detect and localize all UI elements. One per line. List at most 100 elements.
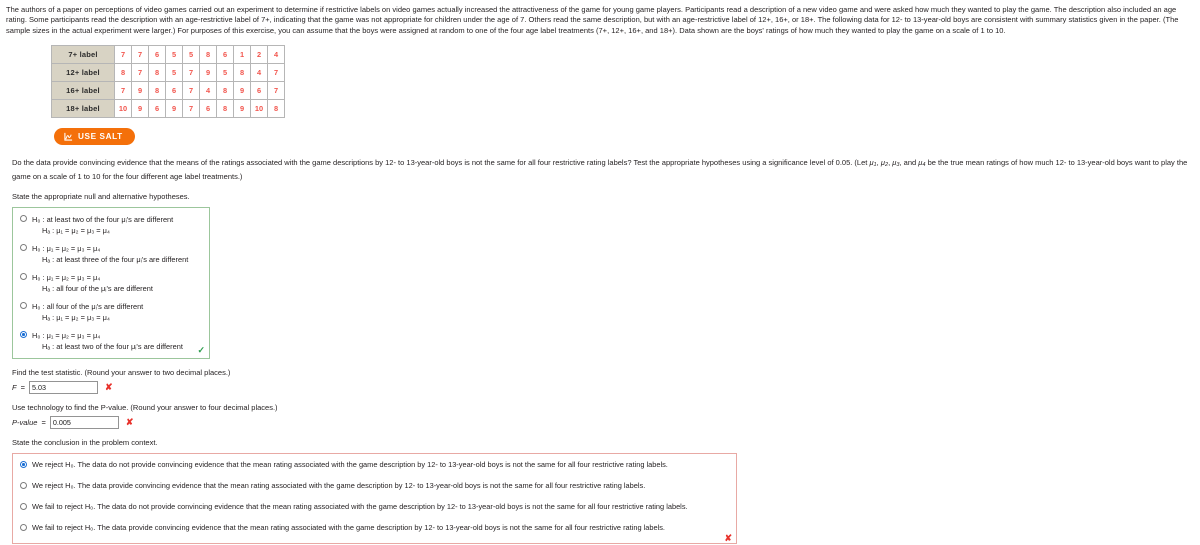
- hypothesis-alt-text: Hₐ : at least three of the four μᵢ's are…: [42, 254, 189, 264]
- intro-paragraph: The authors of a paper on perceptions of…: [6, 5, 1179, 35]
- table-row: 16+ label 7 9 8 6 7 4 8 9 6 7: [51, 80, 285, 100]
- cell-value: 6: [250, 80, 268, 100]
- hypothesis-alt-text: Hₐ : all four of the μᵢ's are different: [42, 283, 153, 293]
- hypothesis-options-group: H₀ : at least two of the four μᵢ's are d…: [12, 206, 210, 359]
- radio-icon-selected[interactable]: [20, 330, 27, 338]
- cell-value: 7: [131, 44, 149, 64]
- cell-value: 5: [216, 62, 234, 82]
- radio-icon-selected[interactable]: [20, 460, 27, 468]
- radio-icon[interactable]: [20, 523, 27, 531]
- cell-value: 9: [233, 98, 251, 118]
- p-value-row: P-value = ✘: [12, 415, 1194, 429]
- exercise-page: The authors of a paper on perceptions of…: [0, 0, 1200, 544]
- state-hypotheses-label: State the appropriate null and alternati…: [12, 191, 190, 201]
- hypothesis-alt-text: Hₐ : at least two of the four μᵢ's are d…: [42, 341, 183, 351]
- cell-value: 4: [250, 62, 268, 82]
- chart-icon: [64, 132, 73, 141]
- correct-checkmark-icon: ✓: [197, 344, 205, 355]
- hypothesis-option-3[interactable]: H₀ : μ₁ = μ₂ = μ₃ = μ₄ Hₐ : all four of …: [19, 272, 203, 294]
- cell-value: 7: [182, 98, 200, 118]
- radio-icon[interactable]: [20, 481, 27, 489]
- cell-value: 7: [114, 44, 132, 64]
- row-label-18plus: 18+ label: [51, 98, 115, 118]
- cell-value: 9: [131, 80, 149, 100]
- cell-value: 7: [182, 80, 200, 100]
- conclusion-options-group: We reject H₀. The data do not provide co…: [12, 452, 737, 544]
- cell-value: 7: [182, 62, 200, 82]
- cell-value: 10: [114, 98, 132, 118]
- cell-value: 5: [165, 62, 183, 82]
- use-salt-button[interactable]: USE SALT: [54, 127, 135, 145]
- conclusion-option-1[interactable]: We reject H₀. The data do not provide co…: [19, 460, 730, 470]
- radio-icon[interactable]: [20, 214, 27, 222]
- conclusion-option-4[interactable]: We fail to reject H₀. The data provide c…: [19, 523, 730, 533]
- cell-value: 5: [182, 44, 200, 64]
- hypothesis-alt-text: Hₐ : μ₁ = μ₂ = μ₃ = μ₄: [42, 312, 110, 322]
- conclusion-option-2[interactable]: We reject H₀. The data provide convincin…: [19, 481, 730, 491]
- cell-value: 8: [148, 80, 166, 100]
- cell-value: 8: [216, 80, 234, 100]
- p-value-input[interactable]: [49, 415, 119, 429]
- cell-value: 8: [114, 62, 132, 82]
- hypothesis-alt-text: Hₐ : μ₁ = μ₂ = μ₃ = μ₄: [42, 225, 110, 235]
- cell-value: 5: [165, 44, 183, 64]
- incorrect-x-icon: ✘: [724, 532, 732, 543]
- incorrect-x-icon: ✘: [125, 416, 134, 427]
- table-row: 12+ label 8 7 8 5 7 9 5 8 4 7: [51, 62, 285, 82]
- hypothesis-null-text: H₀ : at least two of the four μᵢ's are d…: [32, 214, 174, 224]
- test-statistic-input[interactable]: [28, 380, 98, 394]
- cell-value: 7: [114, 80, 132, 100]
- equals-sign: =: [41, 417, 46, 427]
- cell-value: 1: [233, 44, 251, 64]
- conclusion-option-label: We reject H₀. The data do not provide co…: [32, 459, 668, 469]
- cell-value: 7: [131, 62, 149, 82]
- radio-icon[interactable]: [20, 301, 27, 309]
- ratings-table-body: 7+ label 7 7 6 5 5 8 6 1 2 4 12+ label 8…: [51, 44, 285, 118]
- radio-icon[interactable]: [20, 502, 27, 510]
- conclusion-option-label: We fail to reject H₀. The data do not pr…: [32, 501, 688, 511]
- question-prompt-part1: Do the data provide convincing evidence …: [12, 157, 870, 167]
- salt-button-container: USE SALT: [54, 127, 1194, 145]
- equals-sign: =: [20, 382, 25, 392]
- row-label-12plus: 12+ label: [51, 62, 115, 82]
- hypothesis-option-5[interactable]: H₀ : μ₁ = μ₂ = μ₃ = μ₄ Hₐ : at least two…: [19, 330, 203, 352]
- incorrect-x-icon: ✘: [104, 381, 113, 392]
- cell-value: 6: [199, 98, 217, 118]
- table-row: 7+ label 7 7 6 5 5 8 6 1 2 4: [51, 44, 285, 64]
- hypothesis-null-text: H₀ : μ₁ = μ₂ = μ₃ = μ₄: [32, 330, 101, 340]
- cell-value: 6: [216, 44, 234, 64]
- hypothesis-null-text: H₀ : all four of the μᵢ's are different: [32, 301, 144, 311]
- question-prompt: Do the data provide convincing evidence …: [12, 157, 1188, 181]
- cell-value: 2: [250, 44, 268, 64]
- test-statistic-row: F = ✘: [12, 380, 1194, 394]
- cell-value: 8: [216, 98, 234, 118]
- cell-value: 6: [148, 98, 166, 118]
- cell-value: 9: [131, 98, 149, 118]
- conclusion-option-label: We fail to reject H₀. The data provide c…: [32, 522, 665, 532]
- radio-icon[interactable]: [20, 243, 27, 251]
- cell-value: 7: [267, 62, 285, 82]
- row-label-7plus: 7+ label: [51, 44, 115, 64]
- hypothesis-null-text: H₀ : μ₁ = μ₂ = μ₃ = μ₄: [32, 272, 101, 282]
- cell-value: 8: [199, 44, 217, 64]
- cell-value: 4: [267, 44, 285, 64]
- hypothesis-option-2[interactable]: H₀ : μ₁ = μ₂ = μ₃ = μ₄ Hₐ : at least thr…: [19, 243, 203, 265]
- cell-value: 10: [250, 98, 268, 118]
- cell-value: 8: [267, 98, 285, 118]
- row-label-16plus: 16+ label: [51, 80, 115, 100]
- cell-value: 6: [148, 44, 166, 64]
- cell-value: 7: [267, 80, 285, 100]
- cell-value: 4: [199, 80, 217, 100]
- conclusion-option-3[interactable]: We fail to reject H₀. The data do not pr…: [19, 502, 730, 512]
- table-row: 18+ label 10 9 6 9 7 6 8 9 10 8: [51, 98, 285, 118]
- cell-value: 8: [233, 62, 251, 82]
- hypothesis-null-text: H₀ : μ₁ = μ₂ = μ₃ = μ₄: [32, 243, 101, 253]
- hypothesis-option-4[interactable]: H₀ : all four of the μᵢ's are different …: [19, 301, 203, 323]
- radio-icon[interactable]: [20, 272, 27, 280]
- cell-value: 8: [148, 62, 166, 82]
- test-statistic-label: F: [12, 382, 17, 392]
- p-value-label: P-value: [12, 417, 38, 427]
- p-value-instruction: Use technology to find the P-value. (Rou…: [12, 402, 278, 412]
- cell-value: 6: [165, 80, 183, 100]
- hypothesis-option-1[interactable]: H₀ : at least two of the four μᵢ's are d…: [19, 214, 203, 236]
